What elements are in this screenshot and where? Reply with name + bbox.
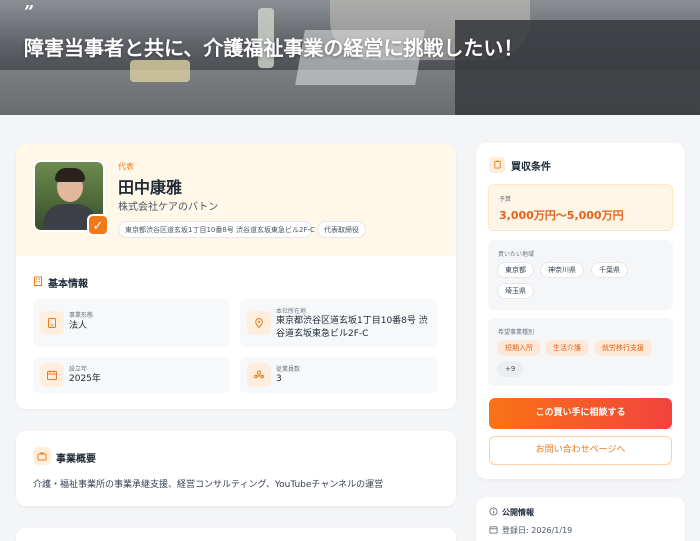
info-label: 事業形態 bbox=[69, 312, 94, 319]
info-value: 2025年 bbox=[69, 374, 101, 384]
calendar-icon bbox=[40, 363, 64, 387]
region-chip: 埼玉県 bbox=[497, 283, 534, 299]
calendar-icon bbox=[489, 525, 498, 536]
info-circle-icon bbox=[489, 507, 498, 518]
info-label: 設立年 bbox=[69, 366, 88, 373]
acquisition-conditions-card: 買収条件 予算 3,000万円〜5,000万円 買いたい地域 東京都 神奈川県 … bbox=[476, 143, 685, 479]
business-type-chip: 短期入所 bbox=[497, 340, 541, 356]
consult-buyer-button[interactable]: この買い手に相談する bbox=[489, 398, 672, 429]
profile-role: 代表 bbox=[118, 162, 134, 171]
more-types-chip[interactable]: +9 bbox=[497, 361, 524, 377]
info-business-type: 事業形態 法人 bbox=[33, 299, 230, 347]
public-info-title: 公開情報 bbox=[502, 508, 534, 517]
info-headquarters: 本社所在地 東京都渋谷区道玄坂1丁目10番8号 渋谷道玄坂東急ビル2F-C bbox=[240, 299, 437, 347]
hero-photo-object bbox=[130, 60, 190, 82]
info-founded: 設立年 2025年 bbox=[33, 357, 230, 393]
budget-label: 予算 bbox=[499, 196, 512, 203]
region-chip: 神奈川県 bbox=[540, 262, 584, 278]
business-summary-text: 介護・福祉事業所の事業承継支援、経営コンサルティング、YouTubeチャンネルの… bbox=[33, 480, 384, 490]
info-value: 東京都渋谷区道玄坂1丁目10番8号 渋谷道玄坂東急ビル2F-C bbox=[276, 316, 428, 339]
budget-box: 予算 3,000万円〜5,000万円 bbox=[488, 184, 673, 231]
business-type-chip: 生活介護 bbox=[545, 340, 589, 356]
region-chip: 千葉県 bbox=[591, 262, 628, 278]
quote-icon: ” bbox=[24, 2, 35, 23]
contact-page-button[interactable]: お問い合わせページへ bbox=[489, 436, 672, 465]
building-icon bbox=[33, 276, 43, 289]
hero-photo-background bbox=[455, 20, 700, 115]
registered-date: 登録日: 2026/1/19 bbox=[502, 526, 573, 535]
next-section-card bbox=[16, 528, 456, 541]
profile-card: ✓ 代表 田中康雅 株式会社ケアのバトン 東京都渋谷区道玄坂1丁目10番8号 渋… bbox=[16, 144, 456, 409]
region-chip: 東京都 bbox=[497, 262, 534, 278]
verified-check-icon: ✓ bbox=[87, 214, 109, 236]
building-icon bbox=[40, 311, 64, 335]
profile-header: ✓ 代表 田中康雅 株式会社ケアのバトン 東京都渋谷区道玄坂1丁目10番8号 渋… bbox=[16, 144, 456, 256]
business-types-box: 希望事業種別 短期入所 生活介護 就労移行支援 +9 bbox=[488, 318, 673, 386]
title-tag: 代表取締役 bbox=[317, 221, 366, 238]
info-employees: 従業員数 3 bbox=[240, 357, 437, 393]
business-summary-title: 事業概要 bbox=[56, 454, 96, 465]
profile-company: 株式会社ケアのバトン bbox=[118, 202, 219, 213]
hero-banner: ” 障害当事者と共に、介護福祉事業の経営に挑戦したい！ bbox=[0, 0, 700, 115]
business-types-label: 希望事業種別 bbox=[498, 329, 535, 336]
clipboard-icon bbox=[489, 157, 505, 173]
info-label: 本社所在地 bbox=[276, 308, 307, 315]
business-type-chip: 就労移行支援 bbox=[594, 340, 652, 356]
conditions-title: 買収条件 bbox=[511, 162, 551, 173]
info-value: 法人 bbox=[69, 321, 88, 331]
budget-value: 3,000万円〜5,000万円 bbox=[499, 209, 624, 222]
basic-info-title: 基本情報 bbox=[48, 279, 88, 290]
people-icon bbox=[247, 363, 271, 387]
regions-label: 買いたい地域 bbox=[498, 251, 535, 258]
info-label: 従業員数 bbox=[276, 366, 301, 373]
profile-name: 田中康雅 bbox=[118, 178, 183, 197]
location-pin-icon bbox=[247, 311, 271, 335]
info-value: 3 bbox=[276, 374, 282, 384]
address-tag: 東京都渋谷区道玄坂1丁目10番8号 渋谷道玄坂東急ビル2F-C bbox=[118, 221, 315, 238]
briefcase-icon bbox=[33, 447, 51, 465]
business-summary-card: 事業概要 介護・福祉事業所の事業承継支援、経営コンサルティング、YouTubeチ… bbox=[16, 431, 456, 506]
avatar-hair bbox=[55, 168, 85, 182]
regions-box: 買いたい地域 東京都 神奈川県 千葉県 埼玉県 bbox=[488, 240, 673, 310]
public-info-card: 公開情報 登録日: 2026/1/19 bbox=[476, 497, 685, 541]
hero-title: 障害当事者と共に、介護福祉事業の経営に挑戦したい！ bbox=[24, 36, 524, 60]
